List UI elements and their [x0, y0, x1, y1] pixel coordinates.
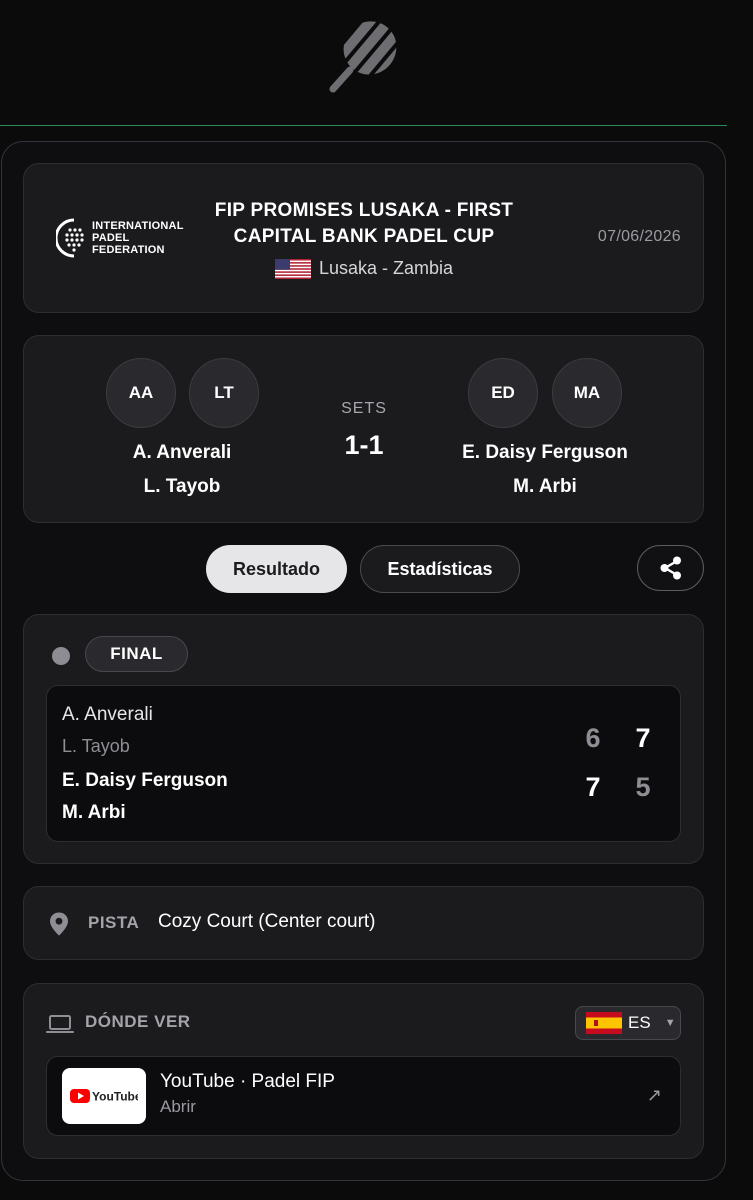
- share-button[interactable]: [637, 545, 704, 591]
- fip-logo: INTERNATIONAL PADEL FEDERATION: [56, 216, 183, 262]
- avatar[interactable]: ED: [468, 358, 538, 428]
- where-to-watch-label: DÓNDE VER: [85, 1012, 191, 1031]
- top-bar: [0, 0, 727, 126]
- team1-player-name[interactable]: L. Tayob: [82, 476, 282, 498]
- team1-set1-games: 6: [585, 723, 601, 753]
- team2-result-player: E. Daisy Ferguson: [62, 770, 228, 791]
- court-card: PISTA Cozy Court (Center court): [23, 886, 704, 960]
- chevron-down-icon: ▼: [664, 1017, 676, 1029]
- tournament-name: FIP PROMISES LUSAKA - FIRST CAPITAL BANK…: [194, 198, 534, 250]
- avatar[interactable]: LT: [189, 358, 259, 428]
- us-flag-icon: [274, 258, 311, 279]
- location-text: Lusaka - Zambia: [318, 258, 454, 278]
- status-dot-icon: [52, 647, 70, 665]
- tab-statistics[interactable]: Estadísticas: [360, 545, 520, 593]
- team1-result-player: A. Anverali: [62, 704, 153, 725]
- result-card: FINAL A. Anverali L. Tayob E. Daisy Ferg…: [23, 614, 704, 864]
- org-line: FEDERATION: [92, 244, 165, 256]
- team1-result-player: L. Tayob: [62, 736, 130, 756]
- score-summary-card: AA LT A. Anverali L. Tayob SETS 1-1 ED M…: [23, 335, 704, 523]
- avatar[interactable]: AA: [106, 358, 176, 428]
- team1-player-name[interactable]: A. Anverali: [82, 442, 282, 464]
- youtube-wordmark: YouTube: [92, 1090, 138, 1104]
- match-date: 07/06/2026: [597, 228, 681, 245]
- spain-flag-icon: [586, 1012, 622, 1034]
- youtube-logo: YouTube: [62, 1068, 146, 1124]
- tournament-name-line: CAPITAL BANK PADEL CUP: [233, 226, 495, 247]
- fip-globe-icon: [56, 218, 84, 258]
- location-pin-icon: [50, 912, 68, 936]
- language-code: ES: [628, 1013, 651, 1032]
- laptop-icon: [46, 1015, 74, 1033]
- youtube-icon: YouTube: [70, 1089, 138, 1104]
- team2-set1-games: 7: [585, 772, 601, 802]
- team1-set2-games: 7: [635, 723, 651, 753]
- external-link-arrow-icon: ↗: [646, 1085, 662, 1105]
- padel-racket-logo-icon[interactable]: [328, 10, 408, 94]
- stream-action: Abrir: [160, 1097, 196, 1116]
- sets-score: 1-1: [344, 430, 384, 460]
- team2-result-player: M. Arbi: [62, 802, 126, 823]
- tournament-header-card[interactable]: INTERNATIONAL PADEL FEDERATION FIP PROMI…: [23, 163, 704, 313]
- tab-result[interactable]: Resultado: [206, 545, 347, 593]
- stream-link-youtube[interactable]: YouTube YouTube · Padel FIP Abrir ↗: [46, 1056, 681, 1136]
- tournament-name-line: FIP PROMISES LUSAKA - FIRST: [214, 200, 514, 221]
- org-line: PADEL: [92, 232, 130, 244]
- tournament-location: Lusaka - Zambia: [194, 258, 534, 279]
- court-name: Cozy Court (Center court): [158, 911, 376, 932]
- scoreboard: A. Anverali L. Tayob E. Daisy Ferguson M…: [46, 685, 681, 842]
- fip-org-name: INTERNATIONAL PADEL FEDERATION: [92, 220, 184, 256]
- team2-set2-games: 5: [635, 772, 651, 802]
- team2-player-name[interactable]: M. Arbi: [435, 476, 655, 498]
- org-line: INTERNATIONAL: [92, 220, 184, 232]
- status-badge: FINAL: [85, 636, 188, 672]
- language-select[interactable]: ES ▼: [575, 1006, 681, 1040]
- where-to-watch-card: DÓNDE VER ES ▼ YouTube YouTube · Padel F…: [23, 983, 704, 1159]
- avatar[interactable]: MA: [552, 358, 622, 428]
- share-icon: [660, 556, 681, 580]
- sets-label: SETS: [341, 400, 387, 417]
- team2-player-name[interactable]: E. Daisy Ferguson: [435, 442, 655, 464]
- court-label: PISTA: [88, 913, 140, 932]
- stream-title: YouTube · Padel FIP: [160, 1071, 335, 1092]
